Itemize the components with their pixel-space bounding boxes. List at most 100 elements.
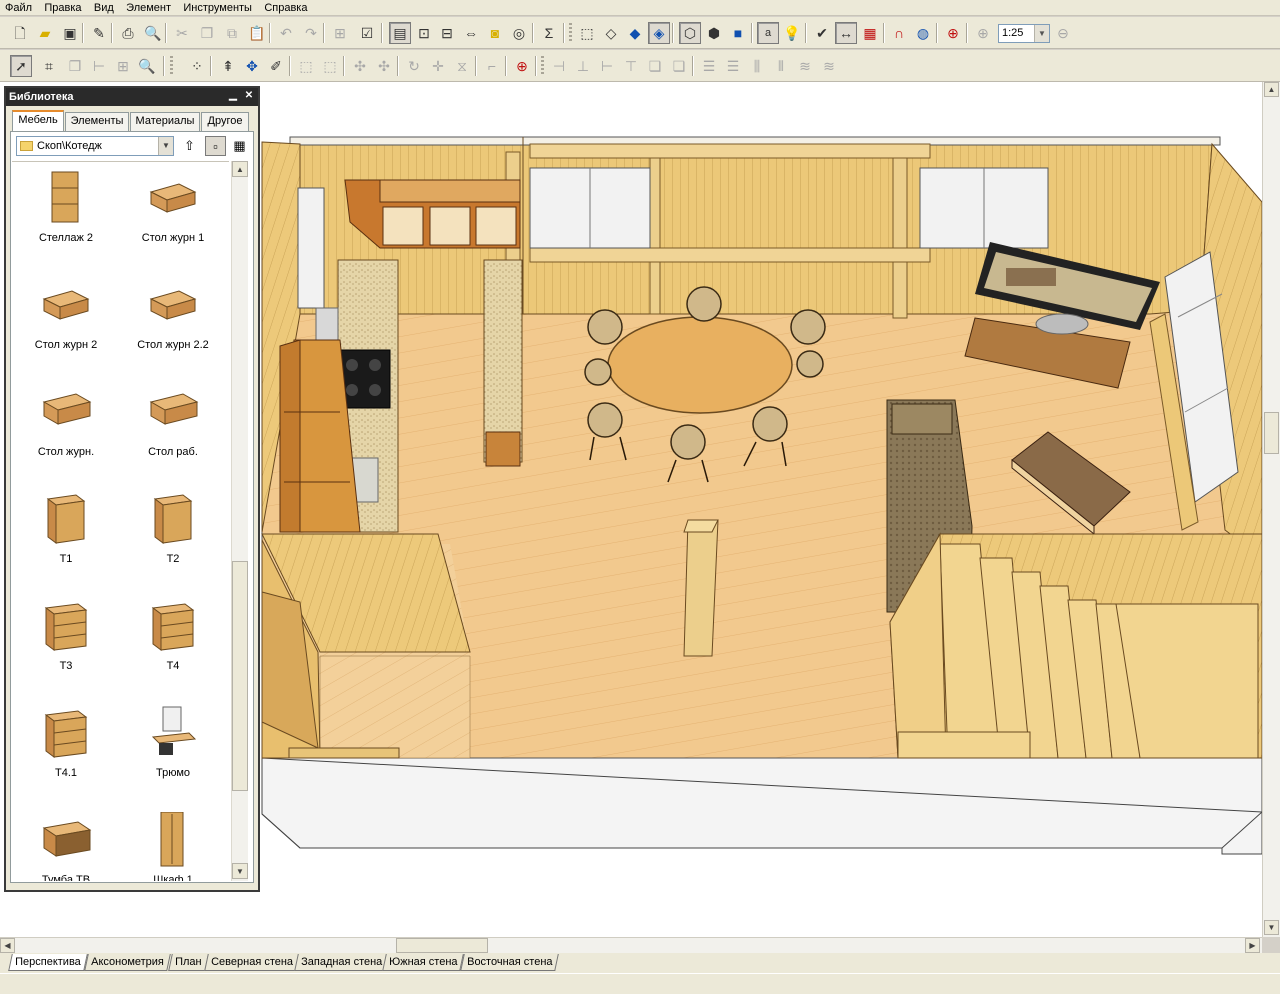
tab-axonometry[interactable]: Аксонометрия	[84, 954, 171, 971]
tab-north-wall[interactable]: Северная стена	[204, 954, 300, 971]
tab-plan[interactable]: План	[168, 954, 209, 971]
tab-materials[interactable]: Материалы	[130, 112, 200, 131]
sum-icon[interactable]: Σ	[538, 22, 560, 44]
rotate-icon[interactable]: ↻	[403, 55, 425, 77]
folder-up-icon[interactable]: ⇧	[179, 136, 200, 156]
mirror-icon[interactable]: ⧖	[451, 55, 473, 77]
snap-target-icon[interactable]: ⊕	[511, 55, 533, 77]
library-scroll-thumb[interactable]	[232, 561, 248, 791]
cube-shaded-icon[interactable]: ◆	[624, 22, 646, 44]
close-icon[interactable]: ✕	[242, 90, 256, 103]
space-icon[interactable]: ⫴	[770, 55, 792, 77]
zoom-scale-select[interactable]: 1:25 ▼	[998, 24, 1050, 43]
hatch-icon[interactable]: ⌗	[38, 55, 60, 77]
library-item[interactable]: Т3	[14, 594, 118, 694]
points-icon[interactable]: ⁘	[186, 55, 208, 77]
distribute-v-icon[interactable]: ☰	[722, 55, 744, 77]
menu-element[interactable]: Элемент	[121, 2, 175, 15]
list-view-icon[interactable]: ▦	[229, 136, 250, 156]
library-item[interactable]: Т2	[121, 487, 225, 587]
view-dimensions-icon[interactable]: ⇔	[460, 22, 482, 44]
library-item[interactable]: Тумба ТВ	[14, 808, 118, 881]
group-icon[interactable]: ⊞	[112, 55, 134, 77]
target-icon[interactable]: ⊕	[942, 22, 964, 44]
tab-furniture[interactable]: Мебель	[12, 110, 64, 132]
scroll-up-icon[interactable]: ▲	[1264, 82, 1279, 97]
select-arrow-icon[interactable]: ➚	[10, 55, 32, 77]
lightbulb-icon[interactable]: 💡	[781, 22, 803, 44]
menu-view[interactable]: Вид	[89, 2, 118, 15]
draw-icon[interactable]: ✐	[265, 55, 287, 77]
tab-south-wall[interactable]: Южная стена	[382, 954, 465, 971]
minimize-icon[interactable]: ▁	[226, 90, 240, 103]
globe-icon[interactable]: ◍	[912, 22, 934, 44]
undo-icon[interactable]: ↶	[275, 22, 297, 44]
flow-alt-icon[interactable]: ≋	[818, 55, 840, 77]
template-icon[interactable]: ⊞	[329, 22, 351, 44]
stack-alt-icon[interactable]: ❏	[668, 55, 690, 77]
tab-east-wall[interactable]: Восточная стена	[460, 954, 560, 971]
move-icon[interactable]: ✥	[241, 55, 263, 77]
library-item[interactable]: Т1	[14, 487, 118, 587]
library-item[interactable]: Стол журн 2	[14, 273, 118, 373]
tab-perspective[interactable]: Перспектива	[8, 954, 88, 971]
distribute-h-icon[interactable]: ☰	[698, 55, 720, 77]
library-item[interactable]: Шкаф 1	[121, 808, 225, 881]
view-grid-icon[interactable]: ⊟	[436, 22, 458, 44]
redo-icon[interactable]: ↷	[300, 22, 322, 44]
new-document-icon[interactable]: 🗋	[9, 22, 31, 44]
library-item[interactable]: Стол раб.	[121, 380, 225, 480]
horizontal-scroll-thumb[interactable]	[396, 938, 488, 953]
align-left-icon[interactable]: ⊣	[548, 55, 570, 77]
vertical-scroll-thumb[interactable]	[1264, 412, 1279, 454]
library-item[interactable]: Трюмо	[121, 701, 225, 801]
chevron-down-icon[interactable]: ▼	[158, 137, 173, 155]
stack-icon[interactable]: ❏	[644, 55, 666, 77]
axonometry-icon[interactable]: ⬢	[703, 22, 725, 44]
chevron-down-icon[interactable]: ▼	[1034, 25, 1049, 42]
library-item[interactable]: Т4	[121, 594, 225, 694]
zoom-out-icon[interactable]: ⊖	[1052, 22, 1074, 44]
scroll-left-icon[interactable]: ◀	[0, 938, 15, 953]
grid-icon[interactable]: ▦	[859, 22, 881, 44]
library-item[interactable]: Стол журн 1	[121, 166, 225, 266]
insert-icon[interactable]: ⇞	[217, 55, 239, 77]
view-light-icon[interactable]: ◙	[484, 22, 506, 44]
pivot-alt-icon[interactable]: ✣	[373, 55, 395, 77]
corner-icon[interactable]: ⌐	[481, 55, 503, 77]
view-zoom-icon[interactable]: ⊡	[413, 22, 435, 44]
align-icon[interactable]: ⊢	[88, 55, 110, 77]
library-scrollbar[interactable]: ▲ ▼	[231, 161, 248, 881]
print-preview-icon[interactable]: 🔍	[142, 22, 164, 44]
align-center-icon[interactable]: ⊥	[572, 55, 594, 77]
cube-wire-icon[interactable]: ⬚	[576, 22, 598, 44]
open-folder-icon[interactable]: ▰	[34, 22, 56, 44]
frame-edit-icon[interactable]: ⬚	[319, 55, 341, 77]
frame-icon[interactable]: ⬚	[295, 55, 317, 77]
viewport-vertical-scrollbar[interactable]: ▲ ▼	[1262, 82, 1280, 937]
check-tool-icon[interactable]: ✔	[811, 22, 833, 44]
text-labels-icon[interactable]: a	[757, 22, 779, 44]
checklist-icon[interactable]: ☑	[356, 22, 378, 44]
copy-icon[interactable]: ❐	[196, 22, 218, 44]
perspective-icon[interactable]: ⬡	[679, 22, 701, 44]
save-icon[interactable]: ▣	[59, 22, 81, 44]
large-icons-view-icon[interactable]: ▫	[205, 136, 226, 156]
copy-element-icon[interactable]: ❐	[64, 55, 86, 77]
library-item[interactable]: Стол журн 2.2	[121, 273, 225, 373]
view-render-icon[interactable]: ◎	[508, 22, 530, 44]
magnet-icon[interactable]: ∩	[888, 22, 910, 44]
scroll-right-icon[interactable]: ▶	[1245, 938, 1260, 953]
viewport-horizontal-scrollbar[interactable]: ◀ ▶	[0, 937, 1262, 953]
scroll-down-icon[interactable]: ▼	[1264, 920, 1279, 935]
menu-edit[interactable]: Правка	[39, 2, 85, 15]
menu-file[interactable]: Файл	[0, 2, 36, 15]
cube-textured-icon[interactable]: ◈	[648, 22, 670, 44]
copy-alt-icon[interactable]: ⧉	[221, 22, 243, 44]
print-icon[interactable]: ⎙	[117, 22, 139, 44]
flow-icon[interactable]: ≋	[794, 55, 816, 77]
paste-icon[interactable]: 📋	[246, 22, 268, 44]
cube-outline-icon[interactable]: ◇	[600, 22, 622, 44]
align-bottom-icon[interactable]: ⊤	[620, 55, 642, 77]
tab-west-wall[interactable]: Западная стена	[294, 954, 389, 971]
